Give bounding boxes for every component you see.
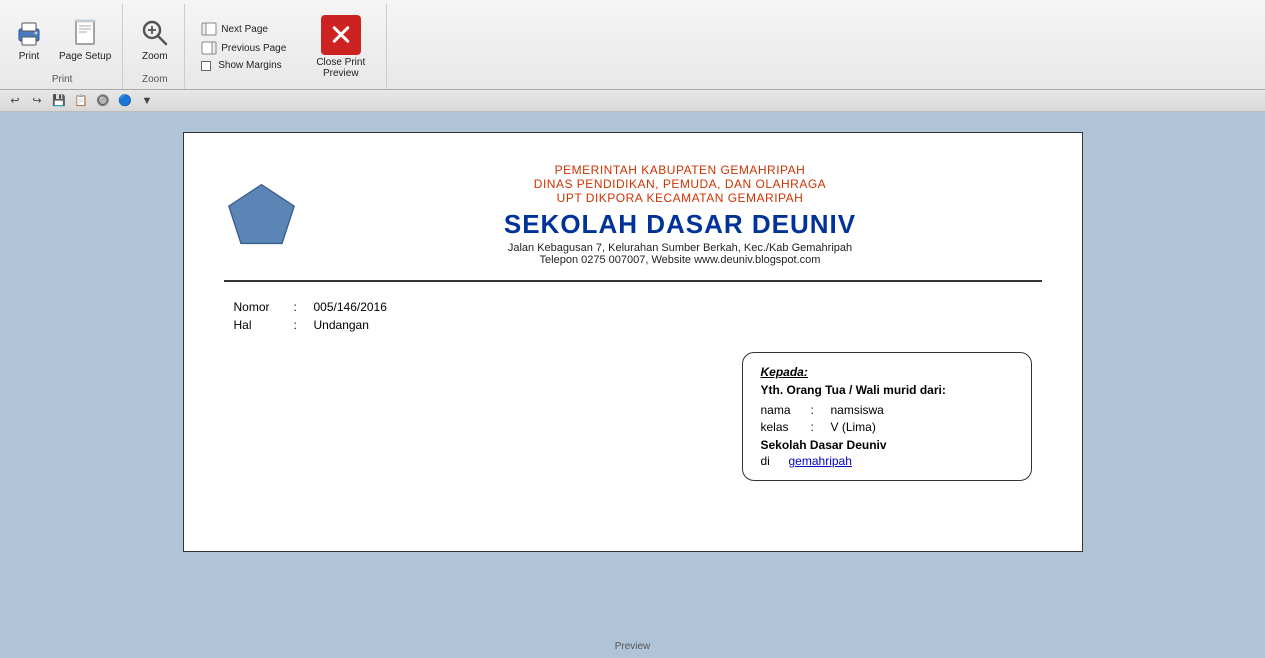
undo-button[interactable]: ↩: [6, 92, 24, 110]
hal-field: Hal : Undangan: [234, 318, 1032, 332]
qa-btn-4[interactable]: 🔘: [94, 92, 112, 110]
address-yth: Yth. Orang Tua / Wali murid dari:: [761, 383, 1013, 397]
kelas-colon: :: [811, 420, 831, 434]
show-margins-label[interactable]: Show Margins: [197, 58, 290, 73]
header-address-line1: Jalan Kebagusan 7, Kelurahan Sumber Berk…: [319, 242, 1042, 254]
document-body: Nomor : 005/146/2016 Hal : Undangan Kepa…: [224, 300, 1042, 481]
header-line3: UPT DIKPORA KECAMATAN GEMARIPAH: [319, 191, 1042, 205]
dropdown-arrow[interactable]: ▼: [138, 92, 156, 110]
nomor-label: Nomor: [234, 300, 294, 314]
school-logo: [224, 180, 299, 250]
address-to: Kepada:: [761, 365, 1013, 379]
school-name: SEKOLAH DASAR DEUNIV: [319, 209, 1042, 240]
address-di: di gemahripah: [761, 454, 1013, 468]
ribbon-group-preview: Next Page Previous Page Show Margins Clo…: [187, 4, 387, 89]
hal-label: Hal: [234, 318, 294, 332]
close-print-preview-button[interactable]: Close Print Preview: [308, 11, 373, 83]
header-address-line2: Telepon 0275 007007, Website www.deuniv.…: [319, 254, 1042, 266]
prev-page-icon: [201, 41, 217, 55]
nama-value: namsiswa: [831, 403, 884, 417]
page-setup-label: Page Setup: [59, 51, 111, 62]
di-label: di: [761, 454, 781, 468]
zoom-group-label: Zoom: [142, 72, 168, 87]
header-line2: DINAS PENDIDIKAN, PEMUDA, DAN OLAHRAGA: [319, 177, 1042, 191]
document-header: PEMERINTAH KABUPATEN GEMAHRIPAH DINAS PE…: [224, 163, 1042, 282]
nama-colon: :: [811, 403, 831, 417]
kelas-label: kelas: [761, 420, 811, 434]
document-page: PEMERINTAH KABUPATEN GEMAHRIPAH DINAS PE…: [183, 132, 1083, 552]
print-button[interactable]: Print: [8, 14, 50, 65]
header-text-block: PEMERINTAH KABUPATEN GEMAHRIPAH DINAS PE…: [319, 163, 1042, 266]
page-setup-icon: [69, 17, 101, 49]
nama-label: nama: [761, 403, 811, 417]
address-box: Kepada: Yth. Orang Tua / Wali murid dari…: [742, 352, 1032, 481]
close-icon: [321, 15, 361, 55]
nomor-colon: :: [294, 300, 314, 314]
qa-btn-3[interactable]: 📋: [72, 92, 90, 110]
prev-page-button[interactable]: Previous Page: [197, 39, 290, 57]
kelas-field: kelas : V (Lima): [761, 420, 1013, 434]
show-margins-checkbox[interactable]: [201, 61, 211, 71]
quick-access-toolbar: ↩ ↪ 💾 📋 🔘 🔵 ▼: [0, 90, 1265, 112]
nomor-field: Nomor : 005/146/2016: [234, 300, 1032, 314]
print-icon: [13, 17, 45, 49]
kelas-value: V (Lima): [831, 420, 876, 434]
ribbon: Print Page Setup Print: [0, 0, 1265, 90]
print-preview-area: PEMERINTAH KABUPATEN GEMAHRIPAH DINAS PE…: [0, 112, 1265, 658]
preview-group-label: Preview: [615, 639, 651, 654]
nomor-value: 005/146/2016: [314, 300, 387, 314]
redo-button[interactable]: ↪: [28, 92, 46, 110]
nama-field: nama : namsiswa: [761, 403, 1013, 417]
header-line1: PEMERINTAH KABUPATEN GEMAHRIPAH: [319, 163, 1042, 177]
page-setup-button[interactable]: Page Setup: [54, 14, 116, 65]
next-page-button[interactable]: Next Page: [197, 20, 290, 38]
save-button[interactable]: 💾: [50, 92, 68, 110]
hal-value: Undangan: [314, 318, 369, 332]
zoom-button[interactable]: Zoom: [134, 6, 176, 72]
print-group-label: Print: [52, 72, 73, 87]
hal-colon: :: [294, 318, 314, 332]
ribbon-group-zoom: Zoom Zoom: [125, 4, 185, 89]
address-school: Sekolah Dasar Deuniv: [761, 438, 1013, 452]
qa-btn-5[interactable]: 🔵: [116, 92, 134, 110]
ribbon-group-print: Print Page Setup Print: [2, 4, 123, 89]
di-value: gemahripah: [789, 454, 852, 468]
next-page-icon: [201, 22, 217, 36]
zoom-icon: [139, 17, 171, 49]
nav-buttons: Next Page Previous Page Show Margins: [193, 6, 294, 87]
